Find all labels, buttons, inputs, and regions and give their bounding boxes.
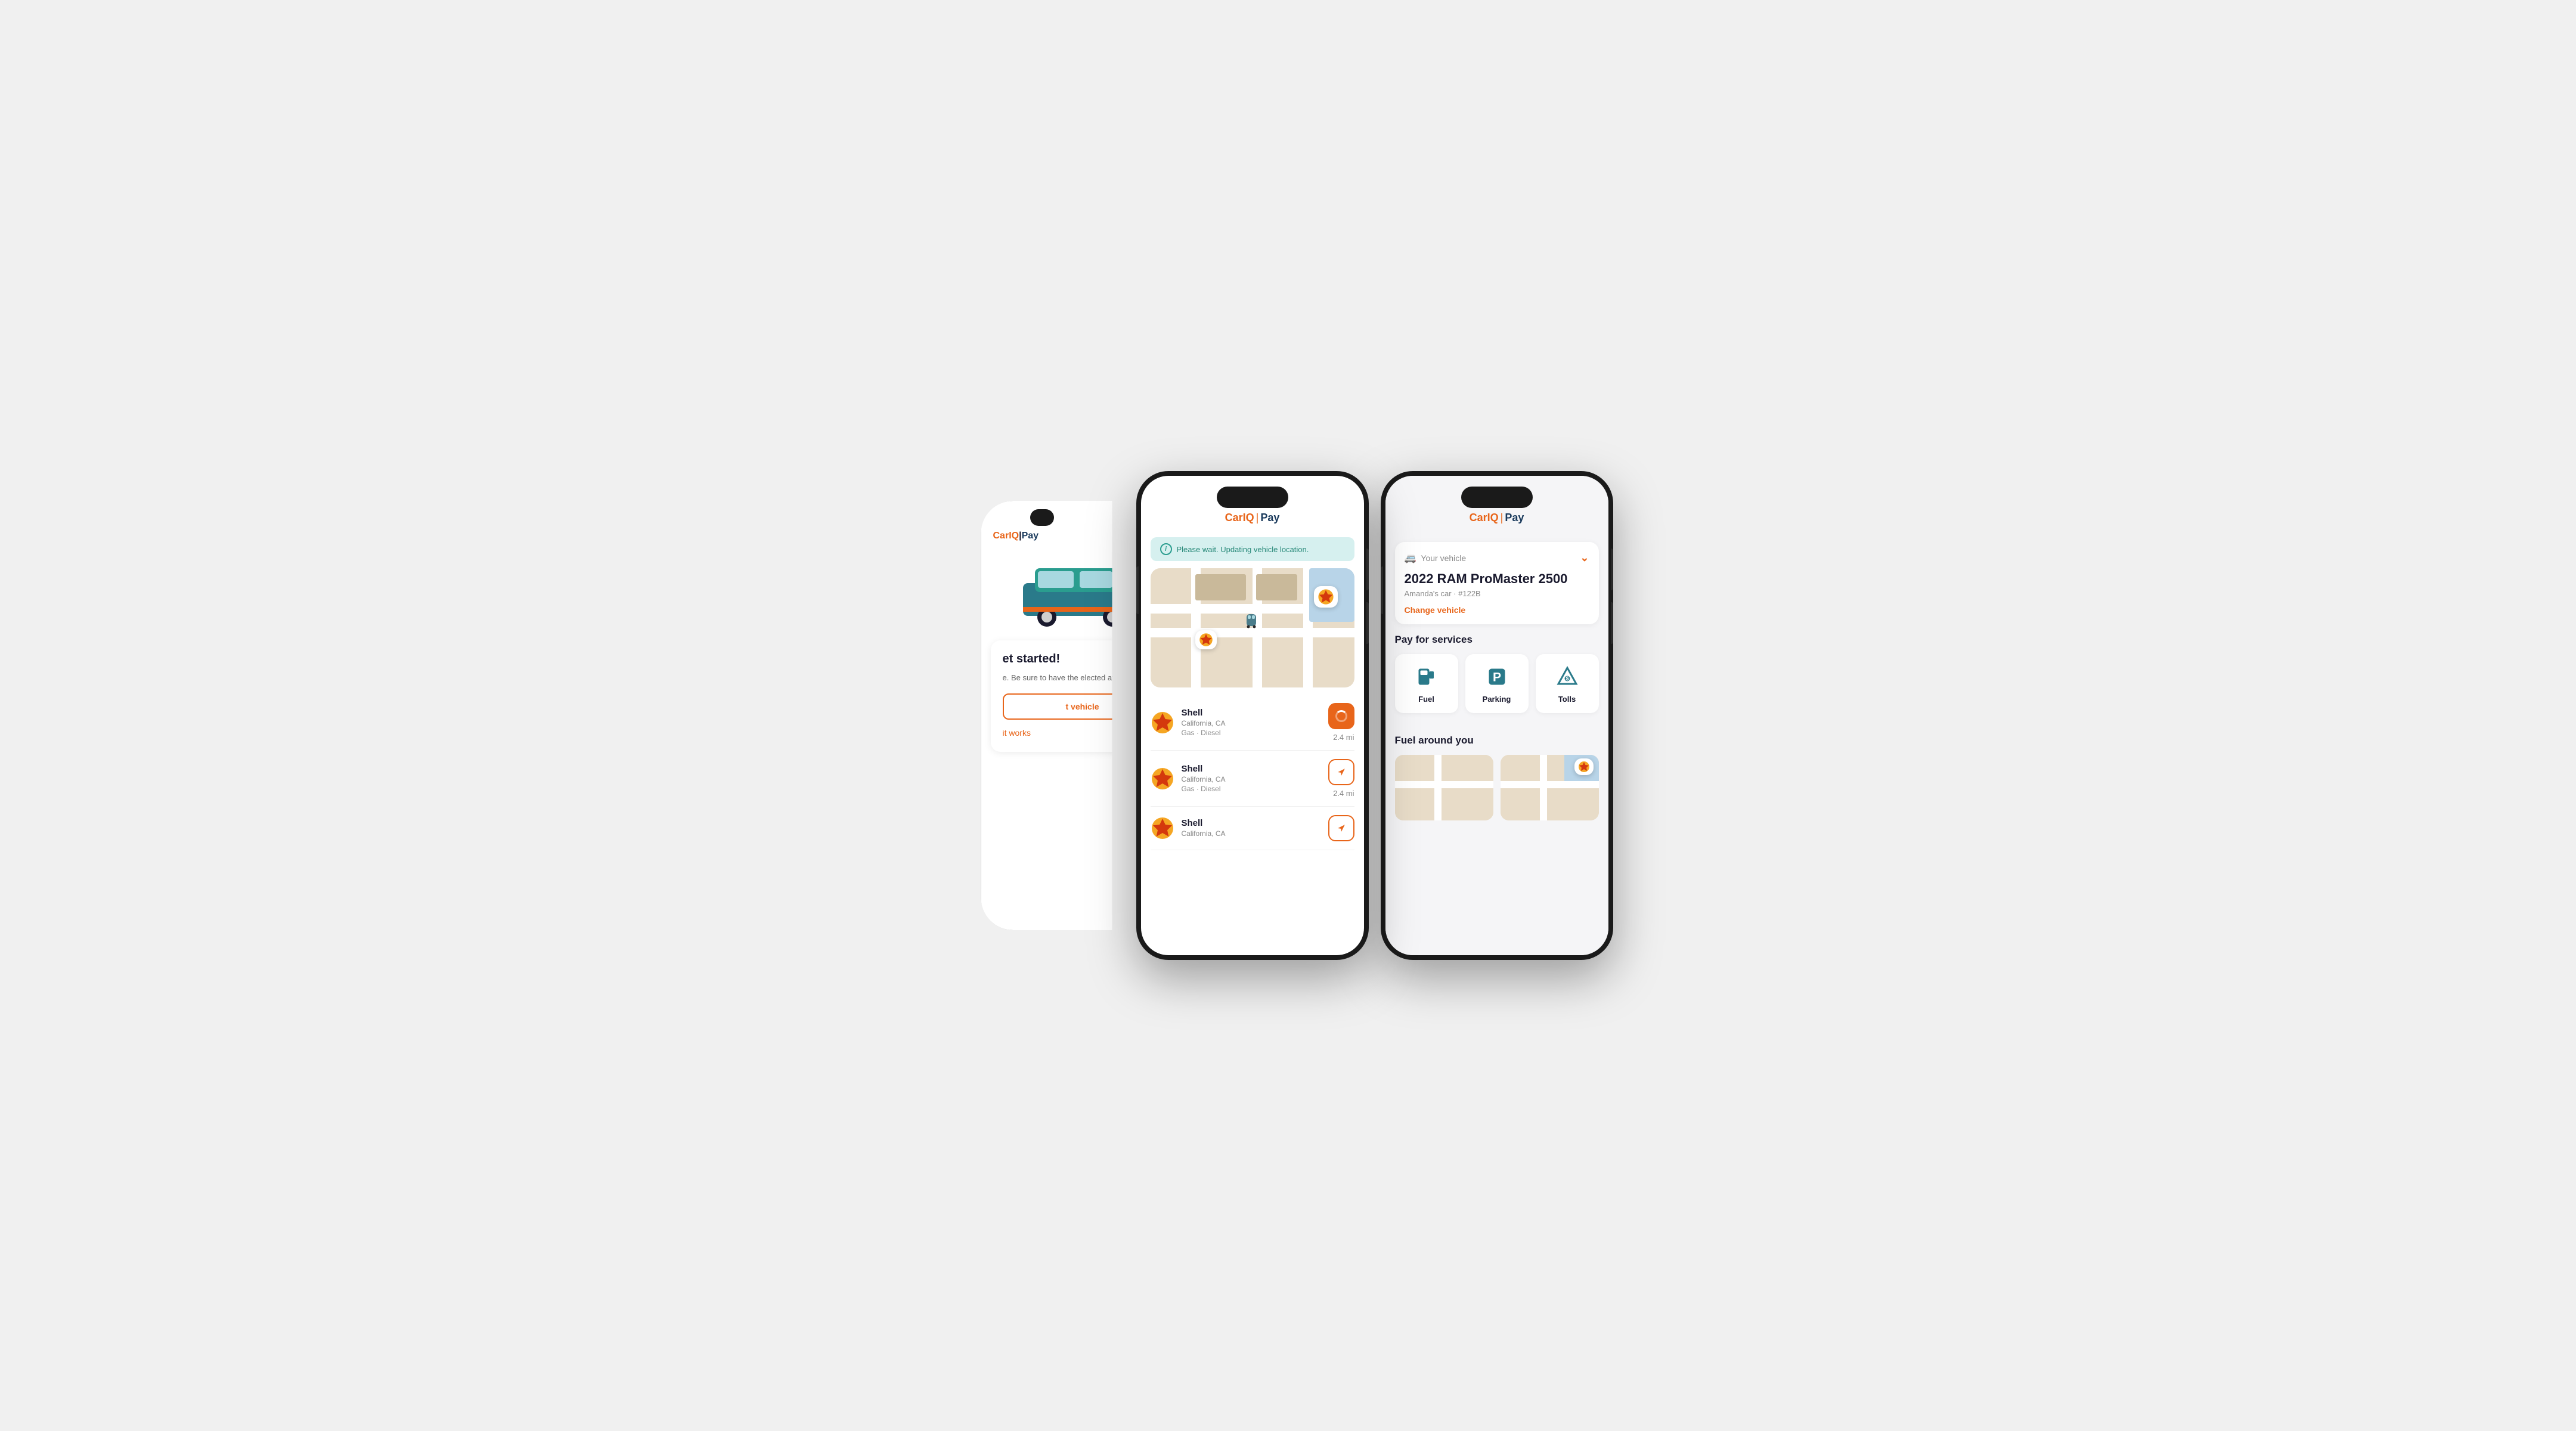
tolls-label: Tolls: [1558, 695, 1576, 704]
status-message: Please wait. Updating vehicle location.: [1177, 545, 1309, 554]
station-1-action-button[interactable]: [1328, 703, 1354, 729]
p2-brand-iq: IQ: [1243, 512, 1254, 524]
car-illustration: [1017, 550, 1148, 628]
fuel-icon: [1413, 664, 1440, 690]
phone-3: CarIQ|Pay 🚐 Your vehicle ⌄ 2022 RAM ProM…: [1381, 471, 1613, 960]
vehicle-card-header: 🚐 Your vehicle ⌄: [1405, 552, 1589, 564]
station-1-location: California, CA: [1182, 719, 1321, 727]
station-item-3[interactable]: Shell California, CA: [1151, 807, 1354, 850]
phone-3-power-button: [1611, 549, 1613, 590]
loading-spinner: [1335, 710, 1347, 722]
tolls-service-card[interactable]: $ Tolls: [1536, 654, 1599, 713]
phone-3-content: CarIQ|Pay 🚐 Your vehicle ⌄ 2022 RAM ProM…: [1385, 476, 1608, 955]
p3-brand-pay: Pay: [1505, 512, 1524, 524]
p2-brand-pay: Pay: [1260, 512, 1279, 524]
station-1-logo: [1151, 711, 1174, 735]
station-item-2[interactable]: Shell California, CA Gas · Diesel 2.4 mi: [1151, 751, 1354, 807]
fuel-map-shell-pin: [1574, 758, 1594, 775]
map-area: [1151, 568, 1354, 687]
svg-text:$: $: [1566, 676, 1568, 682]
parking-icon: P: [1484, 664, 1510, 690]
navigate-icon-3: [1335, 822, 1347, 834]
p3-brand-iq: IQ: [1487, 512, 1499, 524]
phone-2: CarIQ|Pay i Please wait. Updating vehicl…: [1136, 471, 1369, 960]
map-pin-shell-1: [1314, 586, 1338, 608]
fuel-map-preview-2: [1501, 755, 1599, 820]
vehicle-icon: 🚐: [1405, 552, 1416, 564]
phone-2-screen: CarIQ|Pay i Please wait. Updating vehicl…: [1141, 476, 1364, 955]
phone-3-screen: CarIQ|Pay 🚐 Your vehicle ⌄ 2022 RAM ProM…: [1385, 476, 1608, 955]
scene: CarIQ|Pay: [0, 0, 2576, 1431]
station-2-logo: [1151, 767, 1174, 791]
station-3-location: California, CA: [1182, 829, 1321, 838]
phone-3-mute-button: [1611, 602, 1613, 644]
services-section: Pay for services Fuel: [1385, 634, 1608, 735]
station-2-navigate-button[interactable]: [1328, 759, 1354, 785]
station-2-distance: 2.4 mi: [1333, 789, 1354, 798]
shell-logo-map-2: [1199, 633, 1213, 647]
fuel-section-title: Fuel around you: [1395, 735, 1599, 747]
station-item-1[interactable]: Shell California, CA Gas · Diesel 2.4 mi: [1151, 695, 1354, 751]
info-icon: i: [1160, 543, 1172, 555]
phone-2-notch: [1217, 487, 1288, 508]
phone-3-volume-button: [1381, 566, 1383, 614]
station-3-info: Shell California, CA: [1182, 818, 1321, 839]
vehicle-label-text: Your vehicle: [1421, 553, 1466, 563]
parking-label: Parking: [1483, 695, 1511, 704]
station-2-info: Shell California, CA Gas · Diesel: [1182, 764, 1321, 793]
vehicle-name: 2022 RAM ProMaster 2500: [1405, 571, 1589, 587]
services-section-title: Pay for services: [1395, 634, 1599, 646]
fuel-map-preview-1: [1395, 755, 1493, 820]
vehicle-label: 🚐 Your vehicle: [1405, 552, 1467, 564]
brand-pay: Pay: [1022, 531, 1039, 541]
station-1-distance: 2.4 mi: [1333, 733, 1354, 742]
tolls-icon: $: [1554, 664, 1580, 690]
station-1-info: Shell California, CA Gas · Diesel: [1182, 708, 1321, 737]
navigate-icon: [1335, 766, 1347, 778]
station-3-logo: [1151, 816, 1174, 840]
fuel-label: Fuel: [1418, 695, 1434, 704]
station-3-navigate-button[interactable]: [1328, 815, 1354, 841]
phone-2-mute-button: [1366, 602, 1369, 644]
station-2-location: California, CA: [1182, 775, 1321, 783]
status-bar: i Please wait. Updating vehicle location…: [1151, 537, 1354, 561]
parking-service-card[interactable]: P Parking: [1465, 654, 1529, 713]
change-vehicle-link[interactable]: Change vehicle: [1405, 605, 1589, 615]
chevron-down-icon[interactable]: ⌄: [1580, 552, 1589, 564]
fuel-around-section: Fuel around you: [1385, 735, 1608, 820]
vehicle-card[interactable]: 🚐 Your vehicle ⌄ 2022 RAM ProMaster 2500…: [1395, 542, 1599, 624]
phone-3-notch: [1461, 487, 1533, 508]
phone-2-volume-button: [1136, 566, 1139, 614]
station-3-name: Shell: [1182, 818, 1321, 828]
phone-2-power-button: [1366, 549, 1369, 590]
brand-car: Car: [993, 531, 1009, 541]
shell-logo-map-1: [1318, 588, 1334, 605]
station-1-name: Shell: [1182, 708, 1321, 718]
vehicle-sub: Amanda's car · #122B: [1405, 589, 1589, 598]
fuel-service-card[interactable]: Fuel: [1395, 654, 1458, 713]
phone-1-notch: [1030, 509, 1054, 526]
station-2-tags: Gas · Diesel: [1182, 785, 1321, 793]
station-list: Shell California, CA Gas · Diesel 2.4 mi: [1141, 695, 1364, 850]
p2-brand-car: Car: [1225, 512, 1243, 524]
station-2-name: Shell: [1182, 764, 1321, 774]
svg-text:P: P: [1492, 671, 1501, 684]
p3-brand-car: Car: [1470, 512, 1487, 524]
car-location-dot: [1246, 614, 1257, 632]
map-pin-shell-2: [1195, 630, 1217, 649]
brand-iq: IQ: [1009, 531, 1019, 541]
services-grid: Fuel P Parking: [1395, 654, 1599, 713]
station-1-tags: Gas · Diesel: [1182, 729, 1321, 737]
